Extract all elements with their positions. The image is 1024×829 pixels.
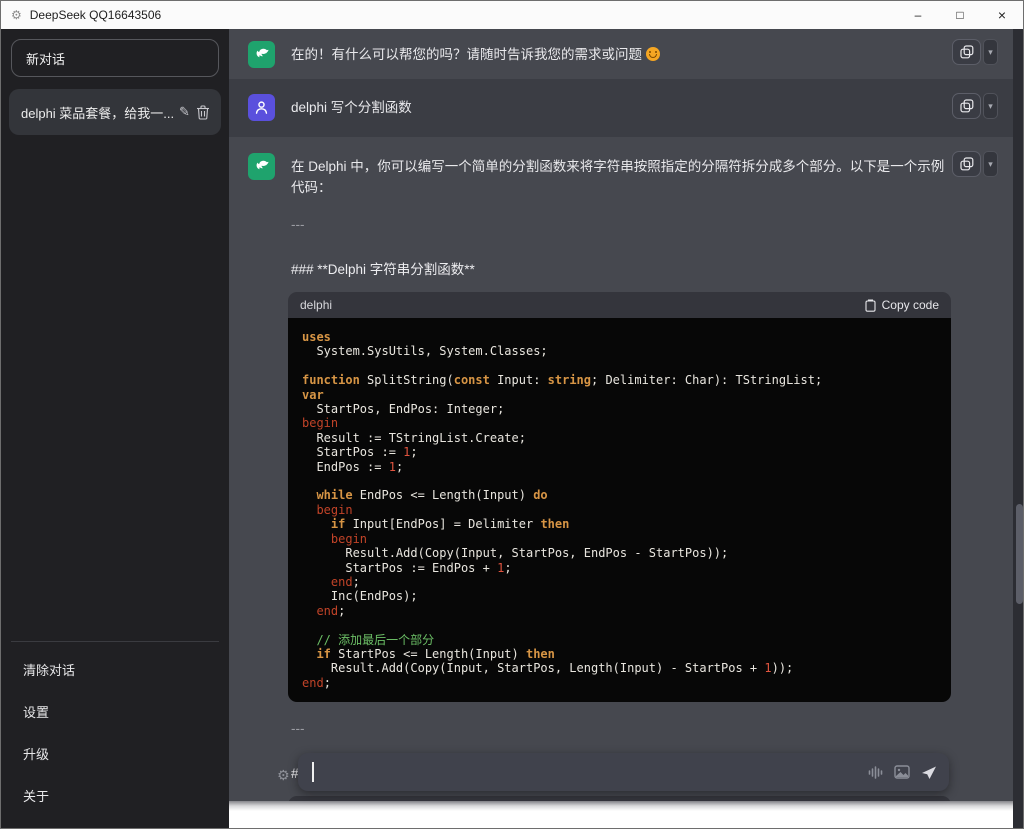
code-block-header: delphi Copy code xyxy=(288,292,951,318)
scrollbar-track[interactable] xyxy=(1013,29,1024,829)
markdown-divider: --- xyxy=(291,214,954,235)
new-chat-button[interactable]: 新对话 xyxy=(11,39,219,77)
sidebar-item-settings[interactable]: 设置 xyxy=(1,690,229,732)
sidebar-divider xyxy=(11,641,219,642)
page-bottom-strip xyxy=(229,801,1013,829)
message-more-button[interactable]: ▾ xyxy=(983,151,998,177)
deepseek-whale-icon xyxy=(248,41,275,68)
code-content: uses System.SysUtils, System.Classes; fu… xyxy=(288,318,951,702)
message-more-button[interactable]: ▾ xyxy=(983,93,998,119)
markdown-divider: --- xyxy=(291,718,954,739)
message-text: 在 Delphi 中，你可以编写一个简单的分割函数来将字符串按照指定的分隔符拆分… xyxy=(291,156,954,198)
copy-message-button[interactable] xyxy=(952,151,981,177)
send-icon[interactable] xyxy=(921,765,937,780)
message-text: delphi 写个分割函数 xyxy=(291,94,946,137)
user-avatar-icon xyxy=(248,94,275,121)
message-actions: ▾ xyxy=(952,39,998,65)
message-actions: ▾ xyxy=(952,93,998,119)
window-controls: – □ × xyxy=(897,1,1023,29)
sidebar-item-about[interactable]: 关于 xyxy=(1,774,229,816)
message-input[interactable] xyxy=(298,753,949,791)
copy-code-button[interactable]: Copy code xyxy=(865,295,939,316)
chat-history-item[interactable]: delphi 菜品套餐，给我一... ✎ xyxy=(9,89,221,135)
copy-message-button[interactable] xyxy=(952,39,981,65)
sidebar: 新对话 delphi 菜品套餐，给我一... ✎ 清除对话 设置 升级 关于 xyxy=(1,29,229,829)
chat-history-item-title: delphi 菜品套餐，给我一... xyxy=(21,103,177,122)
code-block: delphi Copy code uses System.SysUtils, S… xyxy=(288,292,951,702)
text-cursor xyxy=(312,762,314,782)
minimize-button[interactable]: – xyxy=(897,1,939,29)
smiley-emoji xyxy=(646,47,660,61)
maximize-button[interactable]: □ xyxy=(939,1,981,29)
message-markdown: 在 Delphi 中，你可以编写一个简单的分割函数来将字符串按照指定的分隔符拆分… xyxy=(291,153,954,829)
edit-chat-icon[interactable]: ✎ xyxy=(179,104,190,120)
assistant-message: 在的！有什么可以帮您的吗？请随时告诉我您的需求或问题 ▾ xyxy=(229,29,1024,79)
title-bar: ⚙ DeepSeek QQ16643506 – □ × xyxy=(1,1,1023,29)
window-title: DeepSeek QQ16643506 xyxy=(30,8,161,22)
sidebar-menu: 清除对话 设置 升级 关于 xyxy=(1,641,229,829)
app-logo-icon: ⚙ xyxy=(11,9,22,21)
delete-chat-icon[interactable] xyxy=(196,105,210,120)
markdown-heading: ### **Delphi 字符串分割函数** xyxy=(291,259,954,280)
chat-area: 在的！有什么可以帮您的吗？请随时告诉我您的需求或问题 ▾ delphi 写个分割… xyxy=(229,29,1024,829)
message-more-button[interactable]: ▾ xyxy=(983,39,998,65)
image-upload-icon[interactable] xyxy=(894,765,910,779)
sidebar-item-upgrade[interactable]: 升级 xyxy=(1,732,229,774)
user-message: delphi 写个分割函数 ▾ xyxy=(229,79,1024,137)
assistant-message: 在 Delphi 中，你可以编写一个简单的分割函数来将字符串按照指定的分隔符拆分… xyxy=(229,137,1024,829)
clipboard-icon xyxy=(865,299,876,312)
app-window: ⚙ DeepSeek QQ16643506 – □ × 新对话 delphi 菜… xyxy=(0,0,1024,829)
message-text: 在的！有什么可以帮您的吗？请随时告诉我您的需求或问题 xyxy=(291,41,946,79)
message-actions: ▾ xyxy=(952,151,998,177)
scrollbar-thumb[interactable] xyxy=(1016,504,1023,604)
copy-message-button[interactable] xyxy=(952,93,981,119)
code-language-label: delphi xyxy=(300,295,332,316)
sidebar-item-clear-chat[interactable]: 清除对话 xyxy=(1,648,229,690)
voice-input-icon[interactable] xyxy=(868,766,883,779)
input-settings-gear-icon[interactable]: ⚙ xyxy=(277,768,290,782)
close-button[interactable]: × xyxy=(981,1,1023,29)
deepseek-whale-icon xyxy=(248,153,275,180)
